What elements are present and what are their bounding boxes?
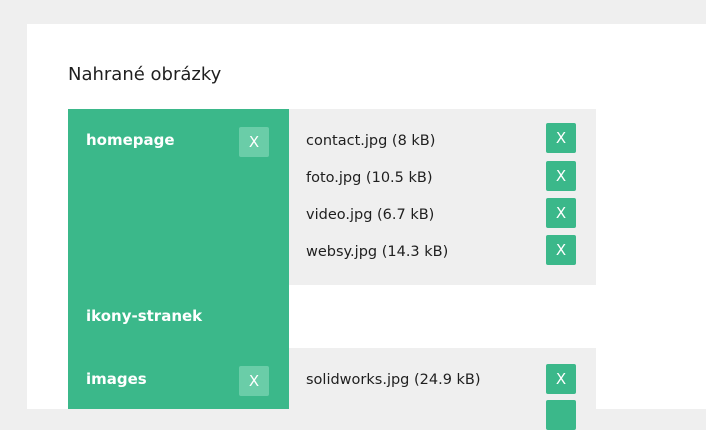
delete-file-button[interactable]: X	[546, 235, 576, 265]
page-title: Nahrané obrázky	[68, 64, 222, 85]
folder-name-ikony-stranek: ikony-stranek	[86, 307, 203, 325]
file-name: contact.jpg (8 kB)	[306, 133, 436, 149]
delete-file-button[interactable]: X	[546, 123, 576, 153]
delete-file-button[interactable]: X	[546, 364, 576, 394]
delete-file-button[interactable]: X	[546, 198, 576, 228]
file-name: foto.jpg (10.5 kB)	[306, 170, 433, 186]
file-name: video.jpg (6.7 kB)	[306, 207, 435, 223]
delete-file-button[interactable]	[546, 400, 576, 430]
delete-file-button[interactable]: X	[546, 161, 576, 191]
folder-name-images: images	[86, 370, 147, 388]
delete-folder-homepage-button[interactable]: X	[239, 127, 269, 157]
delete-folder-images-button[interactable]: X	[239, 366, 269, 396]
folder-name-homepage: homepage	[86, 131, 175, 149]
file-name: solidworks.jpg (24.9 kB)	[306, 372, 481, 388]
file-name: websy.jpg (14.3 kB)	[306, 244, 449, 260]
